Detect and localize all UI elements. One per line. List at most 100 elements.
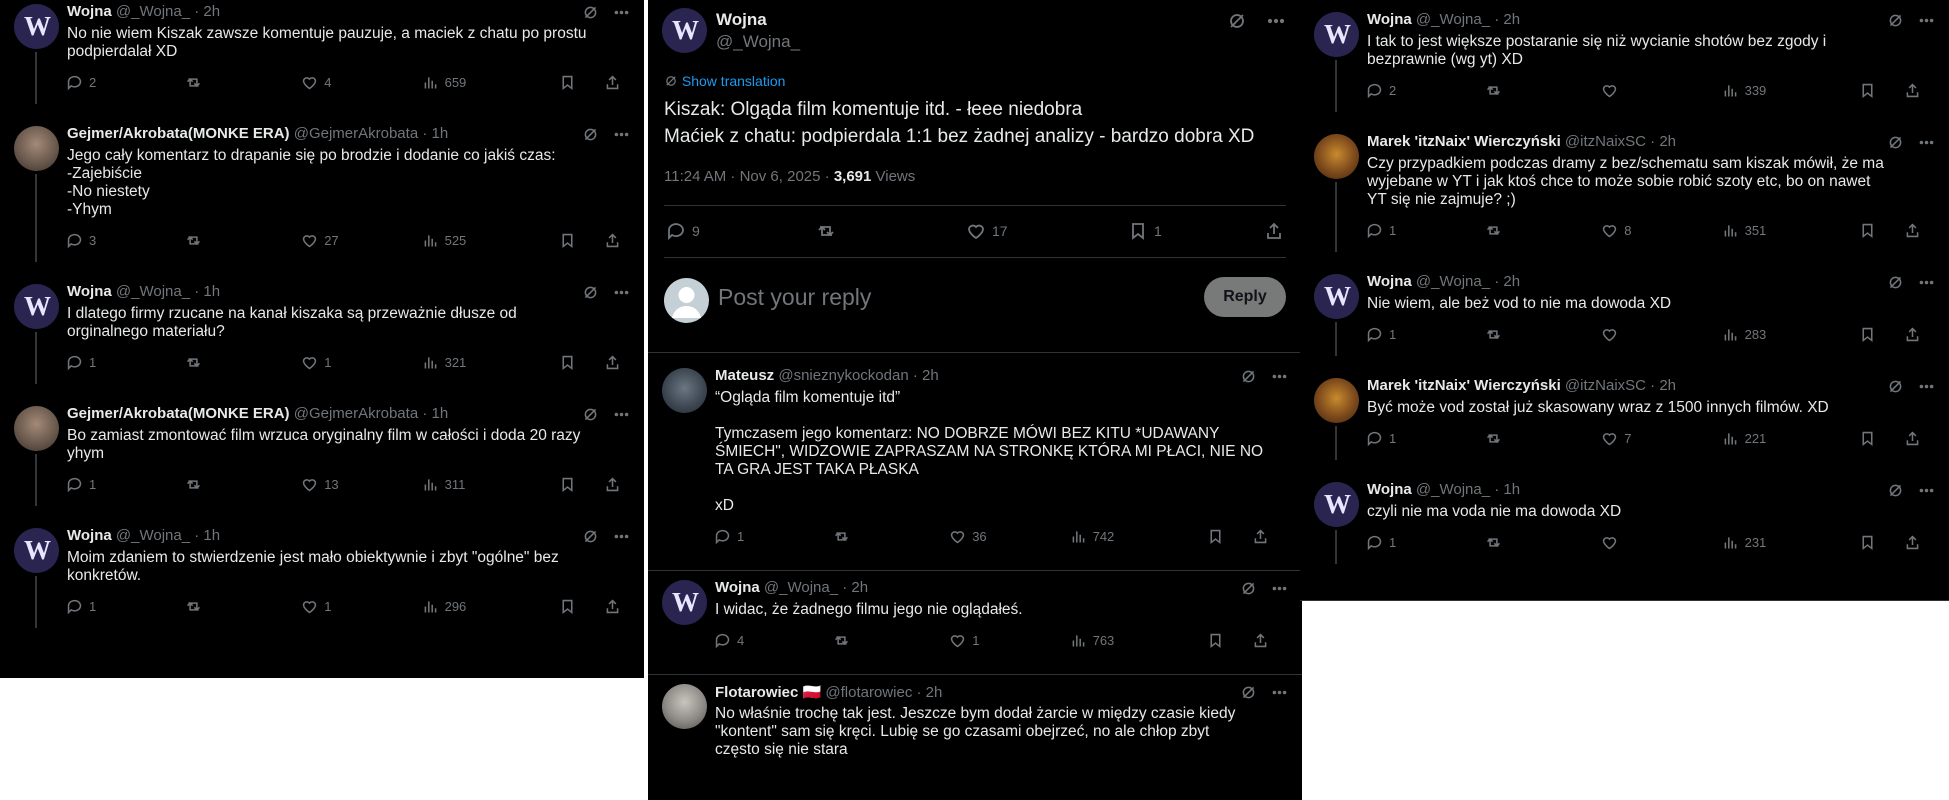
avatar[interactable] [14, 126, 59, 171]
grok-icon[interactable] [1227, 11, 1247, 31]
more-icon[interactable] [613, 4, 630, 21]
views-action[interactable]: 339 [1722, 82, 1766, 99]
views-action[interactable]: 351 [1722, 222, 1766, 239]
grok-icon[interactable] [582, 406, 599, 423]
grok-icon[interactable] [1887, 482, 1904, 499]
avatar[interactable]: W [662, 580, 707, 625]
retweet-action[interactable] [833, 528, 856, 545]
reply-action[interactable]: 1 [66, 354, 96, 371]
author-handle[interactable]: @itzNaixSC [1565, 377, 1646, 394]
retweet-action[interactable] [1485, 326, 1508, 343]
bookmark-action[interactable] [559, 598, 576, 615]
author-handle[interactable]: @_Wojna_ [116, 527, 190, 544]
like-action[interactable]: 1 [301, 598, 331, 615]
author-name[interactable]: Wojna [67, 527, 112, 544]
views-action[interactable]: 742 [1070, 528, 1114, 545]
author-handle[interactable]: @_Wojna_ [1416, 11, 1490, 28]
author-name[interactable]: Marek 'itzNaix' Wierczyński [1367, 133, 1561, 150]
author-name[interactable]: Wojna [67, 283, 112, 300]
post-time[interactable]: 2h [1659, 133, 1676, 150]
bookmark-action[interactable] [1859, 82, 1876, 99]
like-action[interactable]: 7 [1601, 430, 1631, 447]
author-name[interactable]: Wojna [715, 579, 760, 596]
share-action[interactable] [1264, 221, 1284, 241]
views-action[interactable]: 296 [422, 598, 466, 615]
avatar[interactable] [662, 684, 707, 729]
bookmark-action[interactable] [559, 476, 576, 493]
more-icon[interactable] [1266, 11, 1286, 31]
author-handle[interactable]: @snieznykockodan [778, 367, 908, 384]
bookmark-action[interactable] [1859, 430, 1876, 447]
reply-action[interactable]: 2 [1366, 82, 1396, 99]
author-name[interactable]: Wojna [716, 10, 767, 29]
reply-action[interactable]: 1 [1366, 222, 1396, 239]
bookmark-action[interactable] [559, 74, 576, 91]
post-time[interactable]: 1h [203, 283, 220, 300]
grok-icon[interactable] [582, 4, 599, 21]
show-translation-label[interactable]: Show translation [682, 73, 786, 89]
share-action[interactable] [604, 598, 621, 615]
reply-action[interactable]: 3 [66, 232, 96, 249]
more-icon[interactable] [1271, 368, 1288, 385]
retweet-action[interactable] [1485, 534, 1508, 551]
avatar[interactable]: W [14, 528, 59, 573]
share-action[interactable] [1904, 430, 1921, 447]
author-name[interactable]: Wojna [67, 3, 112, 20]
author-handle[interactable]: @GejmerAkrobata [294, 405, 418, 422]
grok-icon[interactable] [1240, 368, 1257, 385]
author-handle[interactable]: @flotarowiec [825, 684, 912, 701]
more-icon[interactable] [613, 528, 630, 545]
grok-icon[interactable] [1240, 580, 1257, 597]
reply-action[interactable]: 4 [714, 632, 744, 649]
bookmark-action[interactable] [1859, 222, 1876, 239]
like-action[interactable]: 1 [949, 632, 979, 649]
author-name[interactable]: Wojna [1367, 481, 1412, 498]
views-action[interactable]: 763 [1070, 632, 1114, 649]
grok-icon[interactable] [1240, 684, 1257, 701]
retweet-action[interactable] [185, 476, 208, 493]
like-action[interactable]: 8 [1601, 222, 1631, 239]
more-icon[interactable] [1271, 684, 1288, 701]
bookmark-action[interactable] [1859, 326, 1876, 343]
more-icon[interactable] [1918, 378, 1935, 395]
avatar[interactable] [14, 406, 59, 451]
post-time[interactable]: 2h [1659, 377, 1676, 394]
more-icon[interactable] [613, 284, 630, 301]
retweet-action[interactable] [833, 632, 856, 649]
views-action[interactable]: 221 [1722, 430, 1766, 447]
reply-post[interactable]: Marek 'itzNaix' Wierczyński @itzNaixSC ·… [1300, 132, 1949, 252]
avatar[interactable] [1314, 378, 1359, 423]
views-action[interactable]: 283 [1722, 326, 1766, 343]
more-icon[interactable] [1918, 274, 1935, 291]
share-action[interactable] [1904, 326, 1921, 343]
author-name[interactable]: Wojna [1367, 11, 1412, 28]
reply-action[interactable]: 1 [714, 528, 744, 545]
retweet-action[interactable] [185, 74, 208, 91]
post-time[interactable]: 1h [432, 125, 449, 142]
reply-action[interactable]: 2 [66, 74, 96, 91]
reply-action[interactable]: 9 [666, 221, 700, 241]
author-name[interactable]: Mateusz [715, 367, 774, 384]
share-action[interactable] [1904, 222, 1921, 239]
reply-action[interactable]: 1 [1366, 430, 1396, 447]
author-name[interactable]: Wojna [1367, 273, 1412, 290]
like-action[interactable]: 17 [966, 221, 1008, 241]
share-action[interactable] [604, 232, 621, 249]
author-handle[interactable]: @_Wojna_ [764, 579, 838, 596]
reply-post[interactable]: W Wojna @_Wojna_ · 1h Moim zdaniem to stwi… [0, 526, 644, 628]
grok-icon[interactable] [1887, 378, 1904, 395]
author-handle[interactable]: @_Wojna_ [716, 32, 800, 51]
post-time[interactable]: 1h [432, 405, 449, 422]
avatar[interactable]: W [1314, 482, 1359, 527]
bookmark-action[interactable] [559, 232, 576, 249]
more-icon[interactable] [1918, 134, 1935, 151]
reply-post[interactable]: Flotarowiec 🇵🇱 @flotarowiec · 2h No właśn… [648, 682, 1302, 770]
like-action[interactable]: 36 [949, 528, 987, 545]
avatar[interactable]: W [1314, 12, 1359, 57]
post-time[interactable]: 2h [1503, 11, 1520, 28]
reply-post[interactable]: W Wojna @_Wojna_ · 1h czyli nie ma voda ni… [1300, 480, 1949, 564]
reply-button[interactable]: Reply [1204, 277, 1286, 317]
reply-post[interactable]: W Wojna @_Wojna_ · 2h No nie wiem Kiszak z… [0, 2, 644, 104]
more-icon[interactable] [613, 126, 630, 143]
reply-action[interactable]: 1 [66, 476, 96, 493]
